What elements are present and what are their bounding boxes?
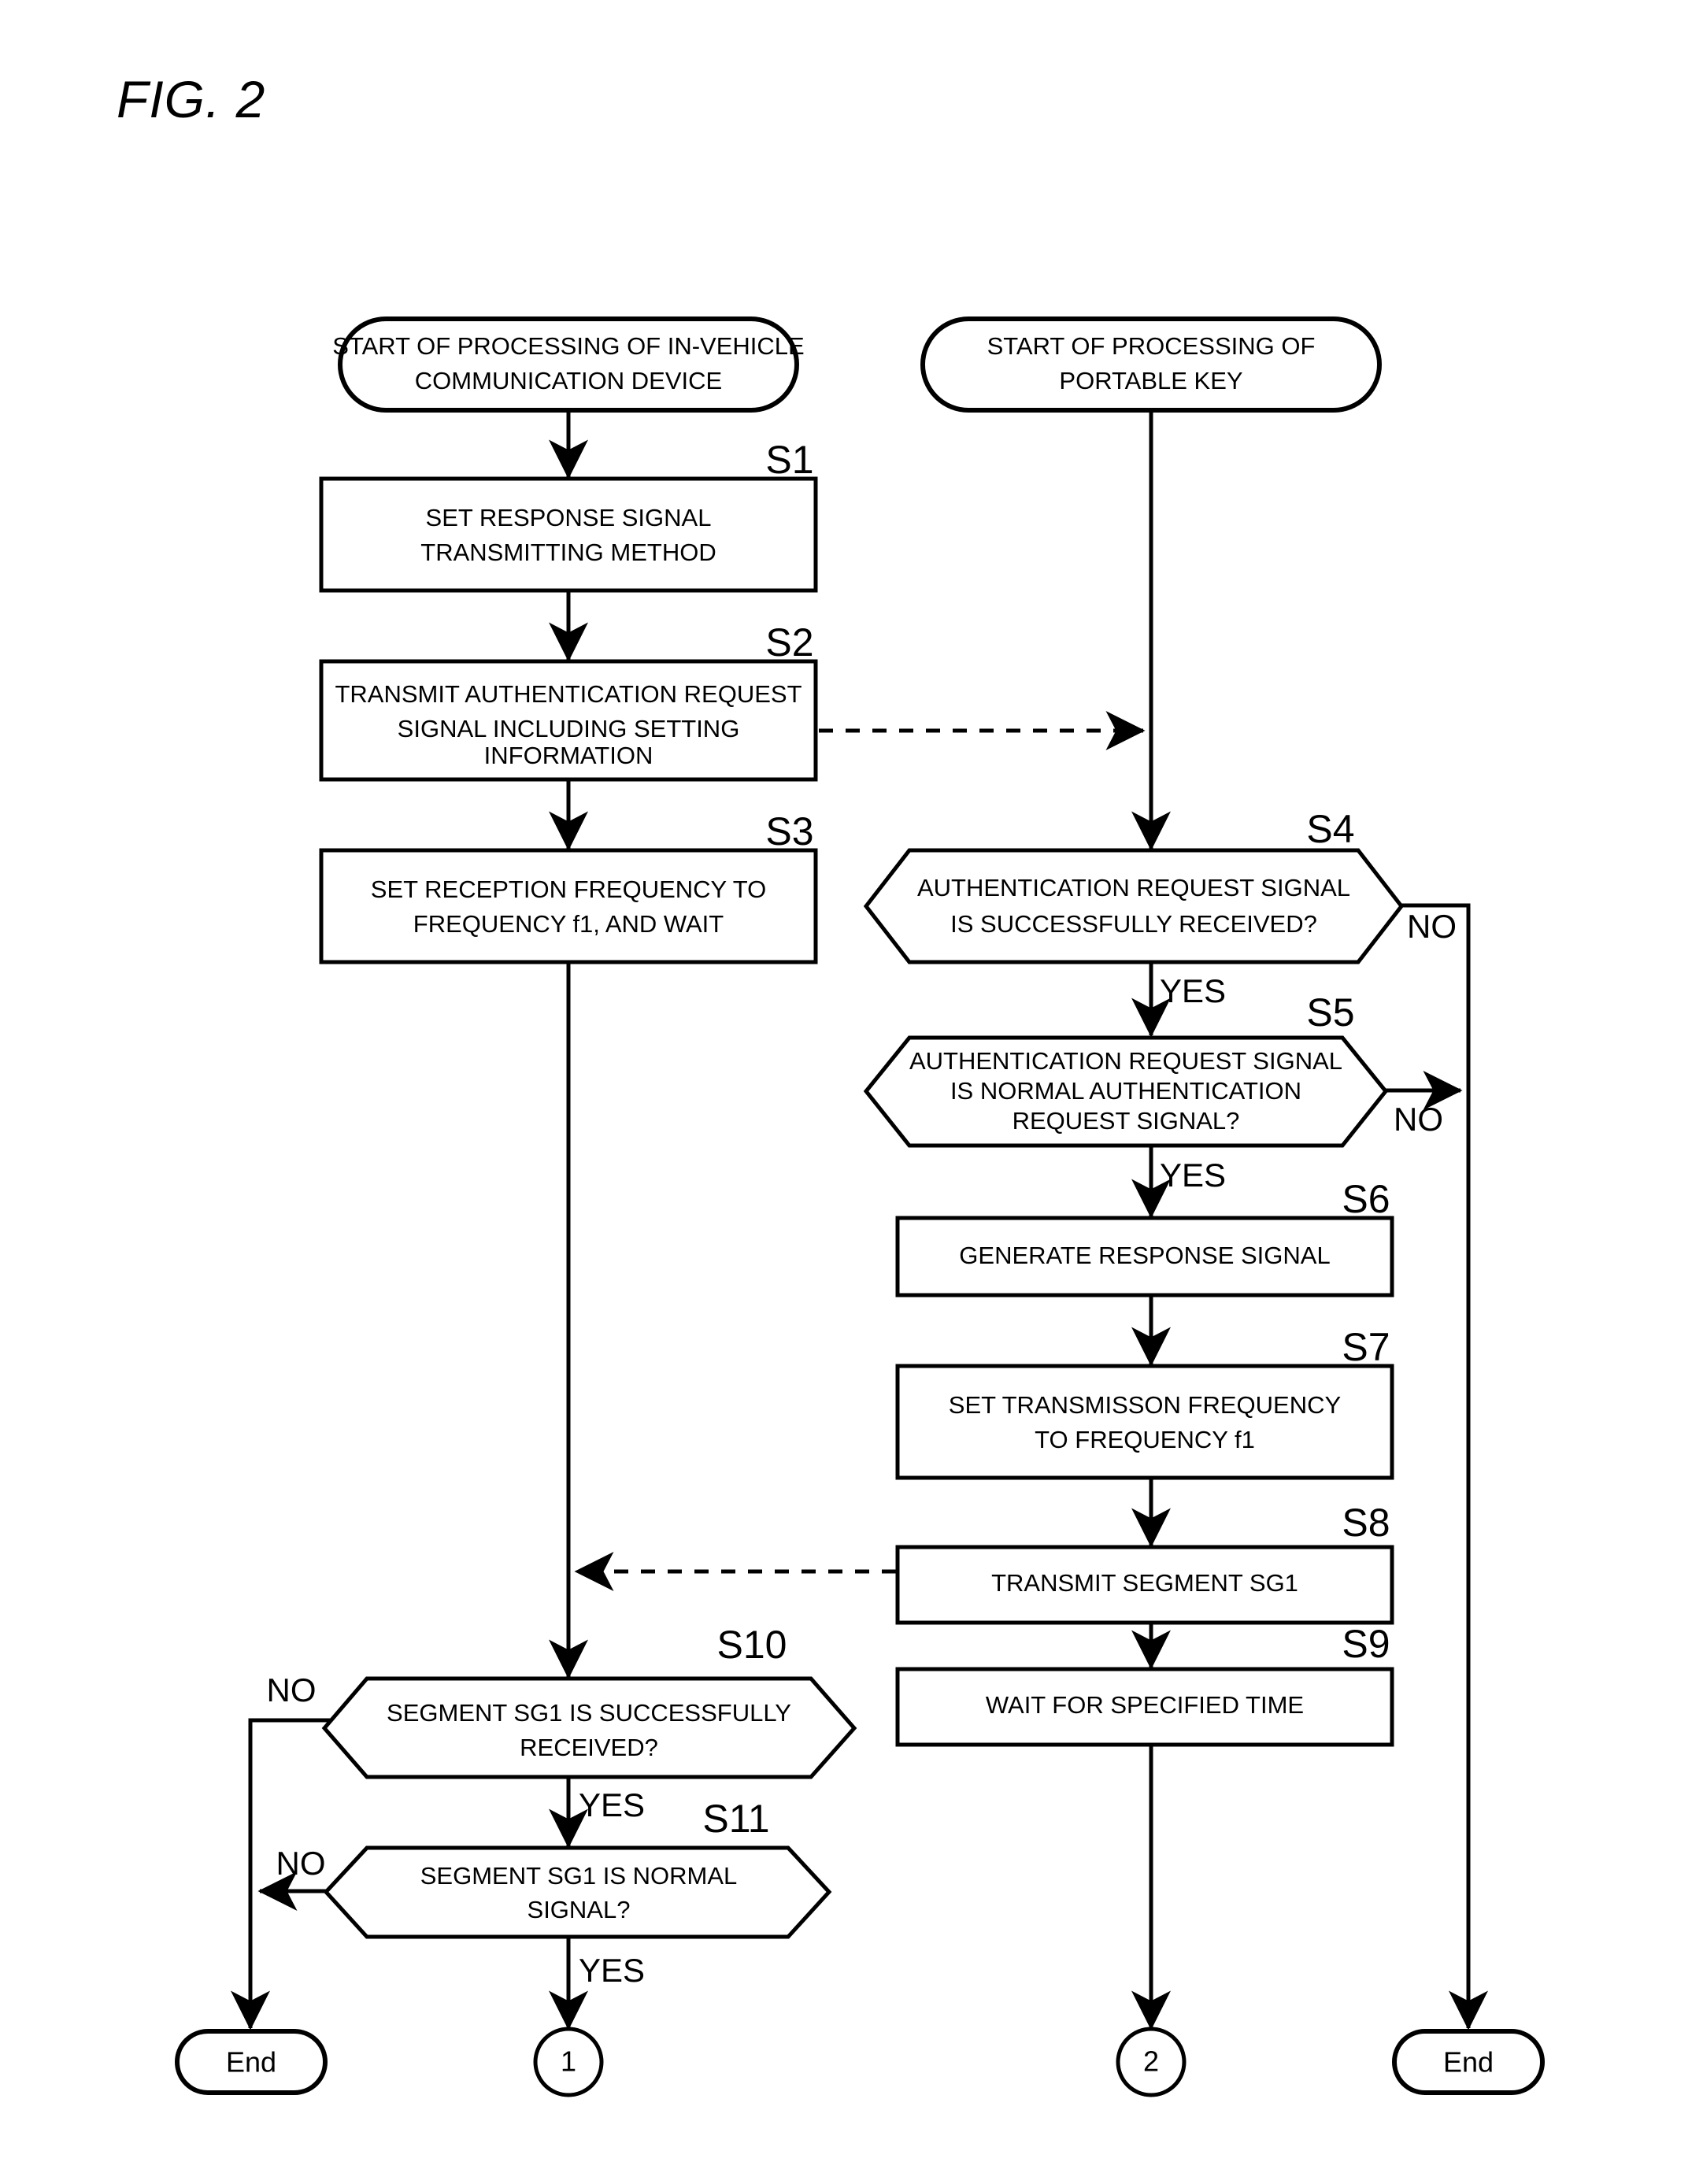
step-s6: GENERATE RESPONSE SIGNAL S6 [895,1177,1394,1297]
edge-s4-no-to-end [1401,903,1488,2030]
step-s8-label: S8 [1342,1501,1390,1545]
step-s9: WAIT FOR SPECIFIED TIME S9 [895,1622,1394,1747]
terminal-start-in-vehicle-line2: COMMUNICATION DEVICE [415,367,722,394]
step-s3-shape [319,848,818,964]
step-s7-shape [895,1364,1394,1480]
step-s1-line2: TRANSMITTING METHOD [420,539,716,566]
step-s4: AUTHENTICATION REQUEST SIGNAL IS SUCCESS… [863,807,1457,1009]
terminal-start-portable-key-line1: START OF PROCESSING OF [987,332,1316,360]
branch-s10-no: NO [267,1671,317,1708]
step-s11-label: S11 [702,1797,769,1841]
step-s4-line1: AUTHENTICATION REQUEST SIGNAL [917,874,1350,901]
step-s10-label: S10 [717,1623,787,1667]
terminal-start-in-vehicle-line1: START OF PROCESSING OF IN-VEHICLE [332,332,804,360]
step-s7-label: S7 [1342,1325,1390,1369]
terminal-start-portable-key: START OF PROCESSING OF PORTABLE KEY [920,316,1382,413]
step-s11: SEGMENT SG1 IS NORMAL SIGNAL? S11 NO YES [276,1797,832,1989]
step-s5-line2: IS NORMAL AUTHENTICATION [950,1077,1301,1105]
branch-s11-yes: YES [579,1952,645,1989]
terminal-end-right-label: End [1443,2046,1494,2079]
step-s10-line2: RECEIVED? [520,1734,658,1761]
connector-one: 1 [533,2027,604,2097]
step-s2-label: S2 [765,620,813,664]
step-s5-line1: AUTHENTICATION REQUEST SIGNAL [909,1047,1342,1075]
branch-s11-no: NO [276,1845,326,1882]
step-s8: TRANSMIT SEGMENT SG1 S8 [895,1501,1394,1625]
step-s8-line1: TRANSMIT SEGMENT SG1 [991,1569,1298,1597]
flowchart-canvas: START OF PROCESSING OF IN-VEHICLE COMMUN… [175,316,1545,2097]
step-s3-line2: FREQUENCY f1, AND WAIT [413,910,724,938]
terminal-start-portable-key-line2: PORTABLE KEY [1059,367,1242,394]
step-s4-line2: IS SUCCESSFULLY RECEIVED? [950,910,1317,938]
terminal-end-right: End [1392,2029,1545,2095]
step-s5-label: S5 [1306,990,1354,1035]
step-s5-line3: REQUEST SIGNAL? [1013,1107,1240,1135]
step-s1-label: S1 [765,438,813,482]
step-s11-line2: SIGNAL? [528,1896,631,1923]
step-s10-line1: SEGMENT SG1 IS SUCCESSFULLY [387,1699,791,1727]
step-s2-line1: TRANSMIT AUTHENTICATION REQUEST [335,680,802,708]
branch-s5-no: NO [1394,1101,1443,1138]
step-s9-line1: WAIT FOR SPECIFIED TIME [986,1691,1304,1719]
branch-s4-no: NO [1407,908,1457,945]
step-s5: AUTHENTICATION REQUEST SIGNAL IS NORMAL … [863,990,1443,1194]
step-s3-label: S3 [765,809,813,853]
branch-s4-yes: YES [1160,972,1226,1009]
step-s7-line2: TO FREQUENCY f1 [1035,1426,1255,1453]
step-s1-shape [319,476,818,593]
step-s4-label: S4 [1306,807,1354,851]
step-s2-line2: SIGNAL INCLUDING SETTING [398,715,740,742]
step-s7: SET TRANSMISSON FREQUENCY TO FREQUENCY f… [895,1325,1394,1480]
step-s10-shape [321,1676,857,1779]
step-s9-label: S9 [1342,1622,1390,1666]
branch-s10-yes: YES [579,1786,645,1823]
terminal-end-left: End [175,2029,328,2095]
step-s3-line1: SET RECEPTION FREQUENCY TO [371,875,766,903]
step-s11-line1: SEGMENT SG1 IS NORMAL [420,1862,738,1890]
step-s7-line1: SET TRANSMISSON FREQUENCY [949,1391,1341,1419]
step-s6-line1: GENERATE RESPONSE SIGNAL [959,1242,1330,1269]
branch-s5-yes: YES [1160,1157,1226,1194]
step-s2-line3: INFORMATION [484,742,653,769]
step-s6-label: S6 [1342,1177,1390,1221]
connector-two-label: 2 [1143,2045,1159,2078]
terminal-start-in-vehicle: START OF PROCESSING OF IN-VEHICLE COMMUN… [332,316,805,413]
connector-one-label: 1 [561,2045,576,2078]
connector-two: 2 [1116,2027,1187,2097]
step-s10: SEGMENT SG1 IS SUCCESSFULLY RECEIVED? S1… [267,1623,857,1823]
step-s1-line1: SET RESPONSE SIGNAL [426,504,712,531]
right-no-loop [1384,903,1488,2030]
step-s4-shape [863,848,1405,964]
terminal-end-left-label: End [226,2046,276,2079]
